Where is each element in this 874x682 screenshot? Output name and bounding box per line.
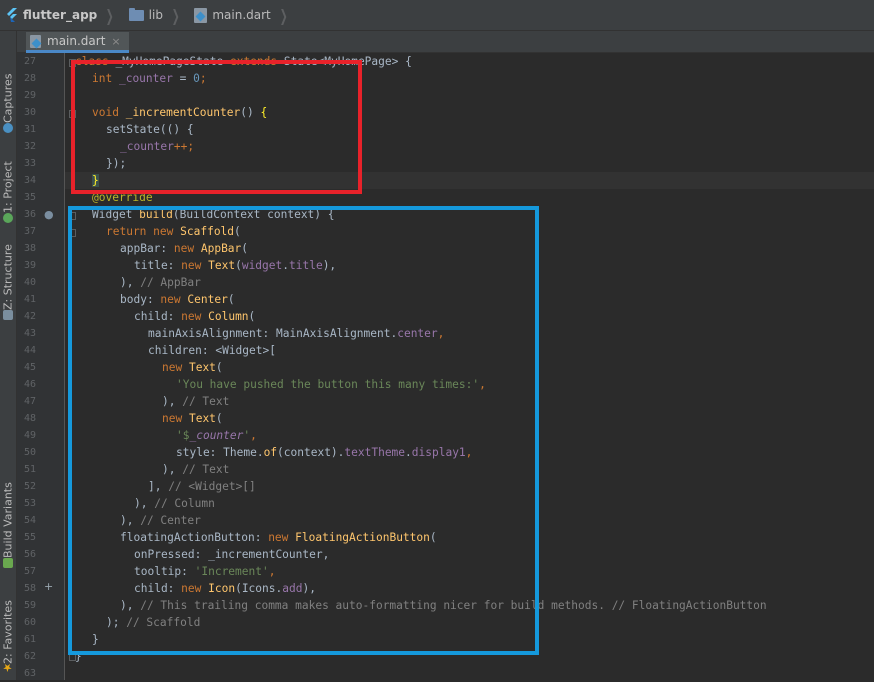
annotation-box-red — [71, 60, 362, 194]
line-number: 34 — [23, 175, 36, 186]
line-number: 58 — [23, 583, 36, 594]
android-icon — [3, 213, 13, 223]
toolwindow-label: Captures — [1, 73, 15, 123]
toolwindow-captures[interactable]: Captures — [1, 41, 15, 136]
editor-tab-bar: main.dart × — [17, 31, 874, 53]
navigation-bar: flutter_app ❯ lib ❯ main.dart ❯ — [0, 0, 874, 31]
line-number: 46 — [23, 379, 36, 390]
line-number: 37 — [23, 226, 36, 237]
tab-label: main.dart — [47, 34, 106, 48]
left-toolwindow-strip: Captures 1: Project Z: Structure Build V… — [0, 31, 17, 680]
line-number: 38 — [23, 243, 36, 254]
annotation-box-blue — [68, 206, 539, 655]
line-number: 41 — [23, 294, 36, 305]
line-number: 39 — [23, 260, 36, 271]
line-number: 52 — [23, 481, 36, 492]
toolwindow-label: 1: Project — [1, 161, 15, 213]
line-number: 44 — [23, 345, 36, 356]
structure-icon — [3, 310, 13, 320]
plus-icon[interactable]: + — [44, 580, 53, 593]
line-number: 62 — [23, 651, 36, 662]
line-number: 47 — [23, 396, 36, 407]
line-number: 54 — [23, 515, 36, 526]
line-number: 28 — [23, 73, 36, 84]
chevron-right-icon: ❯ — [279, 5, 288, 25]
chevron-right-icon: ❯ — [171, 5, 180, 25]
dart-file-icon — [30, 34, 41, 48]
line-number: 63 — [23, 668, 36, 679]
toolwindow-project[interactable]: 1: Project — [1, 139, 15, 226]
line-number: 33 — [23, 158, 36, 169]
line-number: 42 — [23, 311, 36, 322]
line-number: 49 — [23, 430, 36, 441]
breadcrumb-folder[interactable]: lib — [123, 0, 163, 30]
toolwindow-structure[interactable]: Z: Structure — [1, 231, 15, 323]
chevron-right-icon: ❯ — [105, 5, 114, 25]
breadcrumb-project[interactable]: flutter_app — [0, 0, 97, 30]
dart-file-icon — [194, 7, 208, 23]
line-number: 48 — [23, 413, 36, 424]
flutter-icon — [6, 8, 18, 22]
toolwindow-label: 2: Favorites — [1, 600, 15, 664]
line-number: 35 — [23, 192, 36, 203]
line-number: 51 — [23, 464, 36, 475]
line-number: 61 — [23, 634, 36, 645]
override-marker-icon[interactable]: ● — [44, 208, 54, 221]
line-number: 36 — [23, 209, 36, 220]
line-number: 55 — [23, 532, 36, 543]
breadcrumb-label: flutter_app — [23, 8, 98, 22]
line-number: 56 — [23, 549, 36, 560]
line-number: 45 — [23, 362, 36, 373]
toolwindow-label: Build Variants — [1, 482, 15, 558]
star-icon: ★ — [1, 661, 14, 674]
toolwindow-favorites[interactable]: ★ 2: Favorites — [1, 591, 15, 677]
line-number: 59 — [23, 600, 36, 611]
line-number: 53 — [23, 498, 36, 509]
line-number: 31 — [23, 124, 36, 135]
tab-main-dart[interactable]: main.dart × — [26, 32, 129, 53]
folder-icon — [128, 7, 144, 21]
line-number: 50 — [23, 447, 36, 458]
breadcrumb-label: lib — [148, 8, 163, 22]
line-number: 40 — [23, 277, 36, 288]
line-number: 32 — [23, 141, 36, 152]
close-icon[interactable]: × — [111, 35, 120, 48]
breadcrumb-label: main.dart — [212, 8, 271, 22]
toolwindow-label: Z: Structure — [1, 244, 15, 310]
android-icon — [3, 558, 13, 568]
line-number: 29 — [23, 90, 36, 101]
camera-icon — [3, 123, 13, 133]
line-number: 43 — [23, 328, 36, 339]
editor-gutter: 27 28 29 30 31 32 33 34 35 36 37 38 39 40 41 42 43 44 45 46… — [17, 53, 76, 680]
line-number: 57 — [23, 566, 36, 577]
breadcrumb-file[interactable]: main.dart — [188, 0, 271, 30]
toolwindow-build-variants[interactable]: Build Variants — [1, 481, 15, 571]
line-number: 27 — [23, 56, 36, 67]
line-number: 30 — [23, 107, 36, 118]
line-number: 60 — [23, 617, 36, 628]
